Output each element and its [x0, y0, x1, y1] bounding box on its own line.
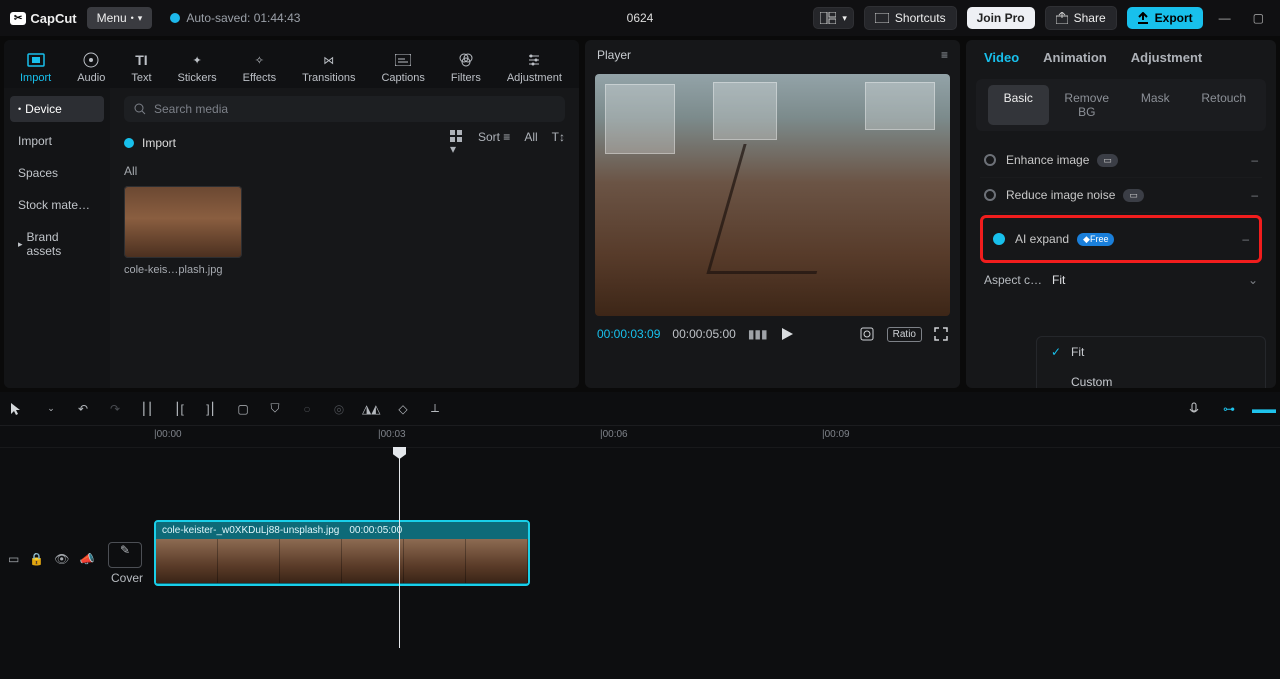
media-sidebar: •Device Import Spaces Stock mate… ▸Brand…: [4, 88, 110, 388]
sidebar-item-brand[interactable]: ▸Brand assets: [10, 224, 104, 264]
tab-captions[interactable]: Captions: [369, 46, 436, 88]
sidebar-item-spaces[interactable]: Spaces: [10, 160, 104, 186]
dropdown-item-Fit[interactable]: ✓Fit: [1037, 337, 1265, 367]
track-lock-icon[interactable]: 🔒: [29, 552, 44, 566]
app-logo: ✂CapCut: [10, 11, 77, 26]
track-mute-icon[interactable]: 📣: [80, 552, 95, 566]
search-icon: [134, 103, 146, 115]
video-preview[interactable]: [595, 74, 950, 316]
import-button[interactable]: Import: [124, 136, 176, 150]
split-tool[interactable]: ⎮⎮: [138, 402, 156, 416]
pointer-chevron[interactable]: ⌄: [42, 403, 60, 414]
subtab-removebg[interactable]: Remove BG: [1057, 85, 1118, 125]
play-button[interactable]: [780, 327, 794, 341]
tab-effects[interactable]: ✧Effects: [231, 46, 288, 88]
search-input[interactable]: Search media: [124, 96, 565, 122]
sidebar-item-device[interactable]: •Device: [10, 96, 104, 122]
inspector-tab-video[interactable]: Video: [984, 50, 1019, 65]
topbar: ✂CapCut Menu•▾ Auto-saved: 01:44:43 0624…: [0, 0, 1280, 36]
player-title: Player: [597, 48, 631, 62]
inspector-panel: Video Animation Adjustment Basic Remove …: [966, 40, 1276, 388]
subtab-retouch[interactable]: Retouch: [1194, 85, 1255, 125]
timecode-current: 00:00:03:09: [597, 327, 660, 341]
join-pro-button[interactable]: Join Pro: [967, 7, 1035, 29]
crop2-tool[interactable]: ⟂: [426, 401, 444, 416]
sidebar-item-import[interactable]: Import: [10, 128, 104, 154]
undo-button[interactable]: ↶: [74, 402, 92, 416]
player-menu-icon[interactable]: ≡: [941, 48, 948, 62]
tab-audio[interactable]: Audio: [65, 46, 117, 88]
share-button[interactable]: Share: [1045, 6, 1117, 30]
magnet-toggle[interactable]: ⊶: [1220, 402, 1238, 416]
tab-transitions[interactable]: ⋈Transitions: [290, 46, 367, 88]
minimize-button[interactable]: —: [1213, 11, 1237, 25]
disabled-2: ◎: [330, 402, 348, 416]
project-title[interactable]: 0624: [627, 11, 654, 25]
track-visibility-icon[interactable]: ▭: [8, 552, 19, 566]
highlight-ai-expand: AI expand ◆ Free–: [980, 215, 1262, 263]
subtab-mask[interactable]: Mask: [1125, 85, 1186, 125]
timeline-ruler[interactable]: |00:00 |00:03 |00:06 |00:09: [0, 426, 1280, 448]
tab-stickers[interactable]: ✦Stickers: [166, 46, 229, 88]
track-area[interactable]: ▭ 🔒 👁 📣 ✎Cover cole-keister-_w0XKDuLj88-…: [0, 448, 1280, 648]
media-panel: Import Audio TIText ✦Stickers ✧Effects ⋈…: [4, 40, 579, 388]
export-button[interactable]: Export: [1127, 7, 1203, 29]
tab-adjustment[interactable]: Adjustment: [495, 46, 574, 88]
tab-import[interactable]: Import: [8, 46, 63, 88]
tab-filters[interactable]: Filters: [439, 46, 493, 88]
view-grid-button[interactable]: ▾: [450, 130, 464, 156]
track-icons: ▭ 🔒 👁 📣: [8, 552, 94, 566]
track-eye-icon[interactable]: 👁: [54, 552, 69, 566]
row-aspect-ratio[interactable]: Aspect c… Fit ⌄: [980, 265, 1262, 295]
inspector-tab-adjustment[interactable]: Adjustment: [1131, 50, 1203, 65]
layout-button[interactable]: ▾: [813, 7, 854, 29]
subtab-basic[interactable]: Basic: [988, 85, 1049, 125]
redo-button[interactable]: ↷: [106, 402, 124, 416]
rotate-tool[interactable]: ◇: [394, 402, 412, 416]
sort-button[interactable]: Sort ≡: [478, 130, 510, 156]
link-toggle[interactable]: ▬▬: [1252, 402, 1270, 416]
row-enhance-image[interactable]: Enhance image ▭–: [980, 143, 1262, 178]
shortcuts-button[interactable]: Shortcuts: [864, 6, 957, 30]
split-right-tool[interactable]: ]⎮: [202, 402, 220, 416]
autosave-status: Auto-saved: 01:44:43: [170, 11, 300, 25]
aspect-dropdown: ✓FitCustom16:94:32.35:12:11.85:19:163:45…: [1036, 336, 1266, 388]
player-panel: Player ≡ 00:00:03:09 00:00:05:00 ▮▮▮ Rat…: [585, 40, 960, 388]
shield-tool[interactable]: ⛉: [266, 401, 284, 416]
mic-button[interactable]: [1188, 402, 1206, 416]
split-left-tool[interactable]: ⎮[: [170, 402, 188, 416]
playhead[interactable]: [399, 448, 400, 648]
fullscreen-button[interactable]: [934, 327, 948, 341]
media-tabs: Import Audio TIText ✦Stickers ✧Effects ⋈…: [4, 40, 579, 88]
inspector-tab-animation[interactable]: Animation: [1043, 50, 1107, 65]
tab-text[interactable]: TIText: [119, 46, 163, 88]
timeline-toolbar: ⌄ ↶ ↷ ⎮⎮ ⎮[ ]⎮ ▢ ⛉ ○ ◎ ◮◭ ◇ ⟂ ⊶ ▬▬: [0, 392, 1280, 426]
dropdown-item-Custom[interactable]: Custom: [1037, 367, 1265, 388]
row-reduce-noise[interactable]: Reduce image noise ▭–: [980, 178, 1262, 213]
crop-tool[interactable]: ▢: [234, 402, 252, 416]
text-options-button[interactable]: T↕: [552, 130, 565, 156]
timeline-panel: ⌄ ↶ ↷ ⎮⎮ ⎮[ ]⎮ ▢ ⛉ ○ ◎ ◮◭ ◇ ⟂ ⊶ ▬▬ |00:0…: [0, 392, 1280, 679]
ratio-button[interactable]: Ratio: [887, 327, 922, 342]
timeline-clip[interactable]: cole-keister-_w0XKDuLj88-unsplash.jpg00:…: [154, 520, 530, 586]
maximize-button[interactable]: ▢: [1247, 11, 1270, 25]
filter-all-button[interactable]: All: [524, 130, 537, 156]
menu-button[interactable]: Menu•▾: [87, 7, 153, 29]
media-thumbnail[interactable]: cole-keis…plash.jpg: [124, 186, 242, 276]
row-ai-expand[interactable]: AI expand ◆ Free–: [989, 222, 1253, 256]
timecode-total: 00:00:05:00: [672, 327, 735, 341]
disabled-1: ○: [298, 402, 316, 416]
sidebar-item-stock[interactable]: Stock mate…: [10, 192, 104, 218]
pointer-tool[interactable]: [10, 402, 28, 416]
columns-icon[interactable]: ▮▮▮: [748, 327, 768, 341]
section-label: All: [124, 164, 565, 178]
scan-icon[interactable]: [859, 326, 875, 342]
cover-button[interactable]: ✎Cover: [108, 542, 146, 585]
mirror-tool[interactable]: ◮◭: [362, 402, 380, 416]
